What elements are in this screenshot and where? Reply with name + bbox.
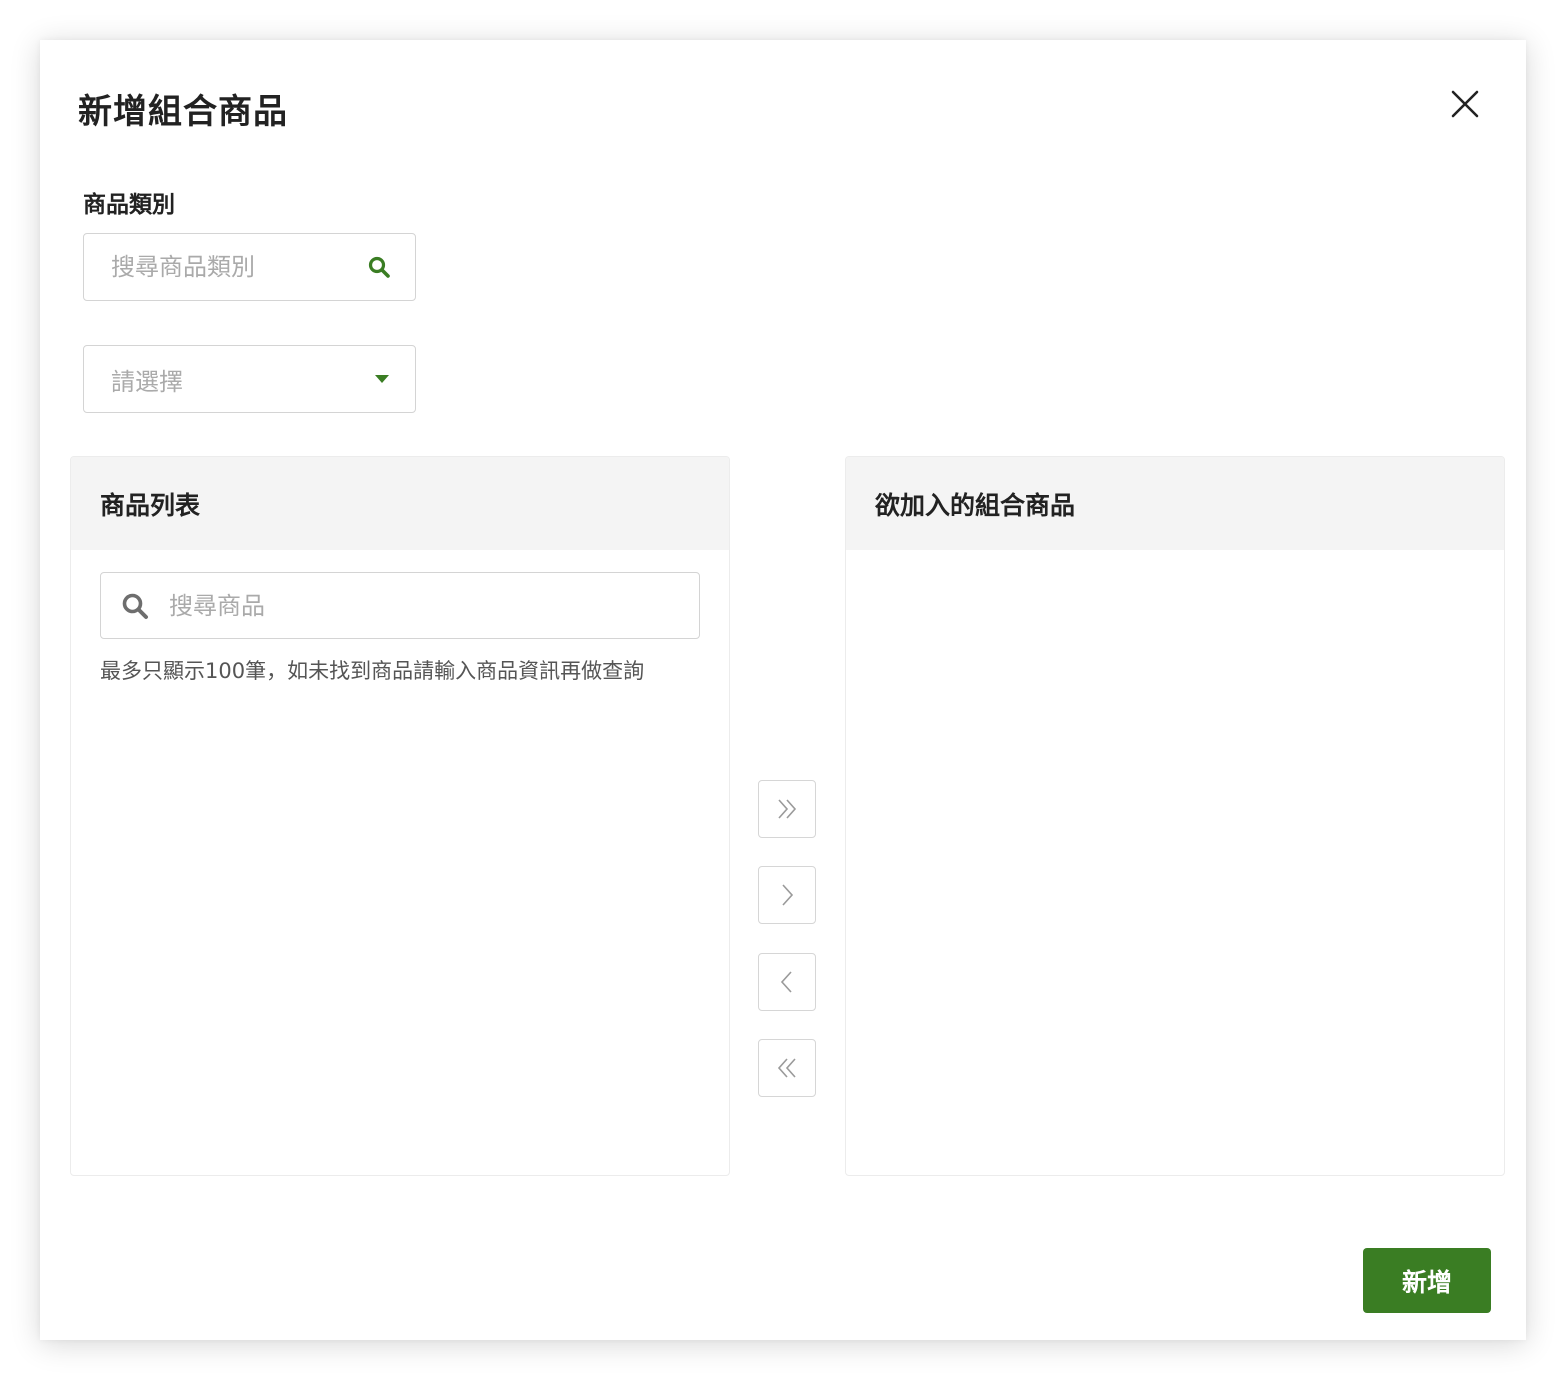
search-icon[interactable]: [367, 255, 391, 279]
move-left-button[interactable]: [758, 953, 816, 1011]
selected-bundle-header: 欲加入的組合商品: [846, 457, 1504, 550]
category-search-input[interactable]: [111, 253, 367, 281]
close-button[interactable]: [1445, 84, 1485, 124]
product-list-hint: 最多只顯示100筆，如未找到商品請輸入商品資訊再做查詢: [100, 659, 645, 683]
move-all-left-button[interactable]: [758, 1039, 816, 1097]
double-chevron-left-icon: [777, 1058, 796, 1078]
category-label: 商品類別: [83, 192, 175, 218]
modal-title: 新增組合商品: [78, 92, 288, 132]
double-chevron-right-icon: [778, 799, 797, 819]
category-select[interactable]: 請選擇: [83, 345, 416, 413]
selected-bundle-panel: 欲加入的組合商品: [845, 456, 1505, 1176]
search-icon: [121, 592, 149, 620]
category-search-box: [83, 233, 416, 301]
category-select-value: 請選擇: [111, 367, 183, 396]
move-right-button[interactable]: [758, 866, 816, 924]
product-search-input[interactable]: [169, 591, 699, 620]
product-list-header: 商品列表: [71, 457, 729, 550]
chevron-right-icon: [782, 884, 794, 906]
product-search-box: [100, 572, 700, 639]
chevron-left-icon: [780, 971, 792, 993]
add-button[interactable]: 新增: [1363, 1248, 1491, 1313]
close-icon: [1451, 90, 1479, 118]
product-list-panel: 商品列表 最多只顯示100筆，如未找到商品請輸入商品資訊再做查詢: [70, 456, 730, 1176]
move-all-right-button[interactable]: [758, 780, 816, 838]
caret-down-icon: [375, 375, 389, 383]
add-bundle-product-modal: 新增組合商品 商品類別 請選擇 商品列表 最多只顯示100筆，如未找到商品請: [40, 40, 1526, 1340]
